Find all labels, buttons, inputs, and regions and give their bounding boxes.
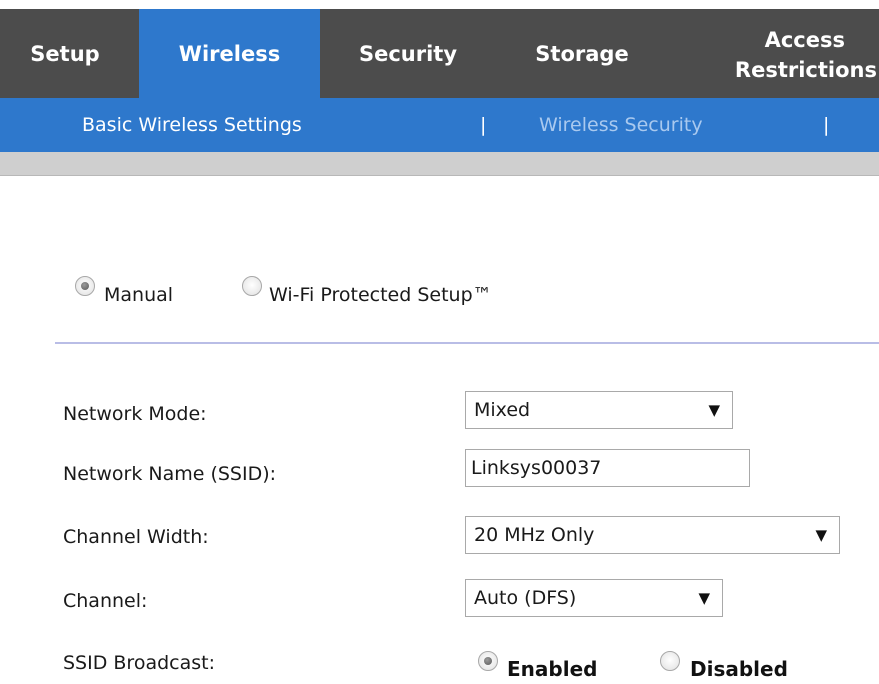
sub-nav: Basic Wireless Settings | Wireless Secur… [0, 98, 879, 152]
subnav-basic-wireless-settings[interactable]: Basic Wireless Settings [82, 98, 302, 152]
tab-access-line1: Access [764, 27, 845, 52]
tab-access-restrictions-label: Access Restrictions [735, 25, 877, 85]
tab-storage[interactable]: Storage [506, 9, 658, 98]
channel-width-label: Channel Width: [63, 526, 209, 548]
chevron-down-icon: ▼ [708, 401, 720, 419]
manual-radio-label[interactable]: Manual [104, 284, 173, 306]
header-gray-band [0, 152, 879, 176]
tab-security[interactable]: Security [333, 9, 483, 98]
tab-wireless[interactable]: Wireless [139, 9, 320, 98]
subnav-separator: | [480, 114, 487, 136]
tab-access-restrictions[interactable]: Access Restrictions [692, 9, 879, 98]
channel-width-value: 20 MHz Only [474, 524, 595, 546]
wps-radio-label[interactable]: Wi-Fi Protected Setup™ [269, 284, 492, 306]
channel-value: Auto (DFS) [474, 587, 577, 609]
subnav-wireless-security[interactable]: Wireless Security [539, 98, 703, 152]
tab-storage-label: Storage [535, 41, 629, 66]
ssid-enabled-label[interactable]: Enabled [507, 657, 597, 681]
chevron-down-icon: ▼ [815, 526, 827, 544]
channel-select[interactable]: Auto (DFS) ▼ [465, 579, 723, 617]
tab-wireless-label: Wireless [178, 41, 281, 66]
chevron-down-icon: ▼ [698, 589, 710, 607]
tab-security-label: Security [358, 41, 458, 66]
radio-checked-icon[interactable] [478, 651, 498, 671]
network-mode-value: Mixed [474, 399, 531, 421]
network-mode-label: Network Mode: [63, 403, 207, 425]
radio-unchecked-icon[interactable] [242, 276, 262, 296]
ssid-broadcast-label: SSID Broadcast: [63, 652, 215, 674]
network-name-value: Linksys00037 [471, 457, 602, 479]
network-mode-select[interactable]: Mixed ▼ [465, 391, 733, 429]
network-name-label: Network Name (SSID): [63, 463, 277, 485]
network-name-input[interactable]: Linksys00037 [465, 449, 750, 487]
subnav-separator: | [823, 114, 830, 136]
channel-width-select[interactable]: 20 MHz Only ▼ [465, 516, 840, 554]
ssid-disabled-label[interactable]: Disabled [690, 657, 788, 681]
tab-access-line2: Restrictions [734, 57, 877, 82]
section-divider [55, 342, 879, 344]
top-strip [0, 0, 879, 9]
tab-setup-label: Setup [30, 41, 100, 66]
radio-unchecked-icon[interactable] [660, 651, 680, 671]
main-nav: Setup Wireless Security Storage Access R… [0, 9, 879, 98]
channel-label: Channel: [63, 590, 148, 612]
radio-checked-icon[interactable] [75, 276, 95, 296]
tab-setup[interactable]: Setup [0, 9, 130, 98]
